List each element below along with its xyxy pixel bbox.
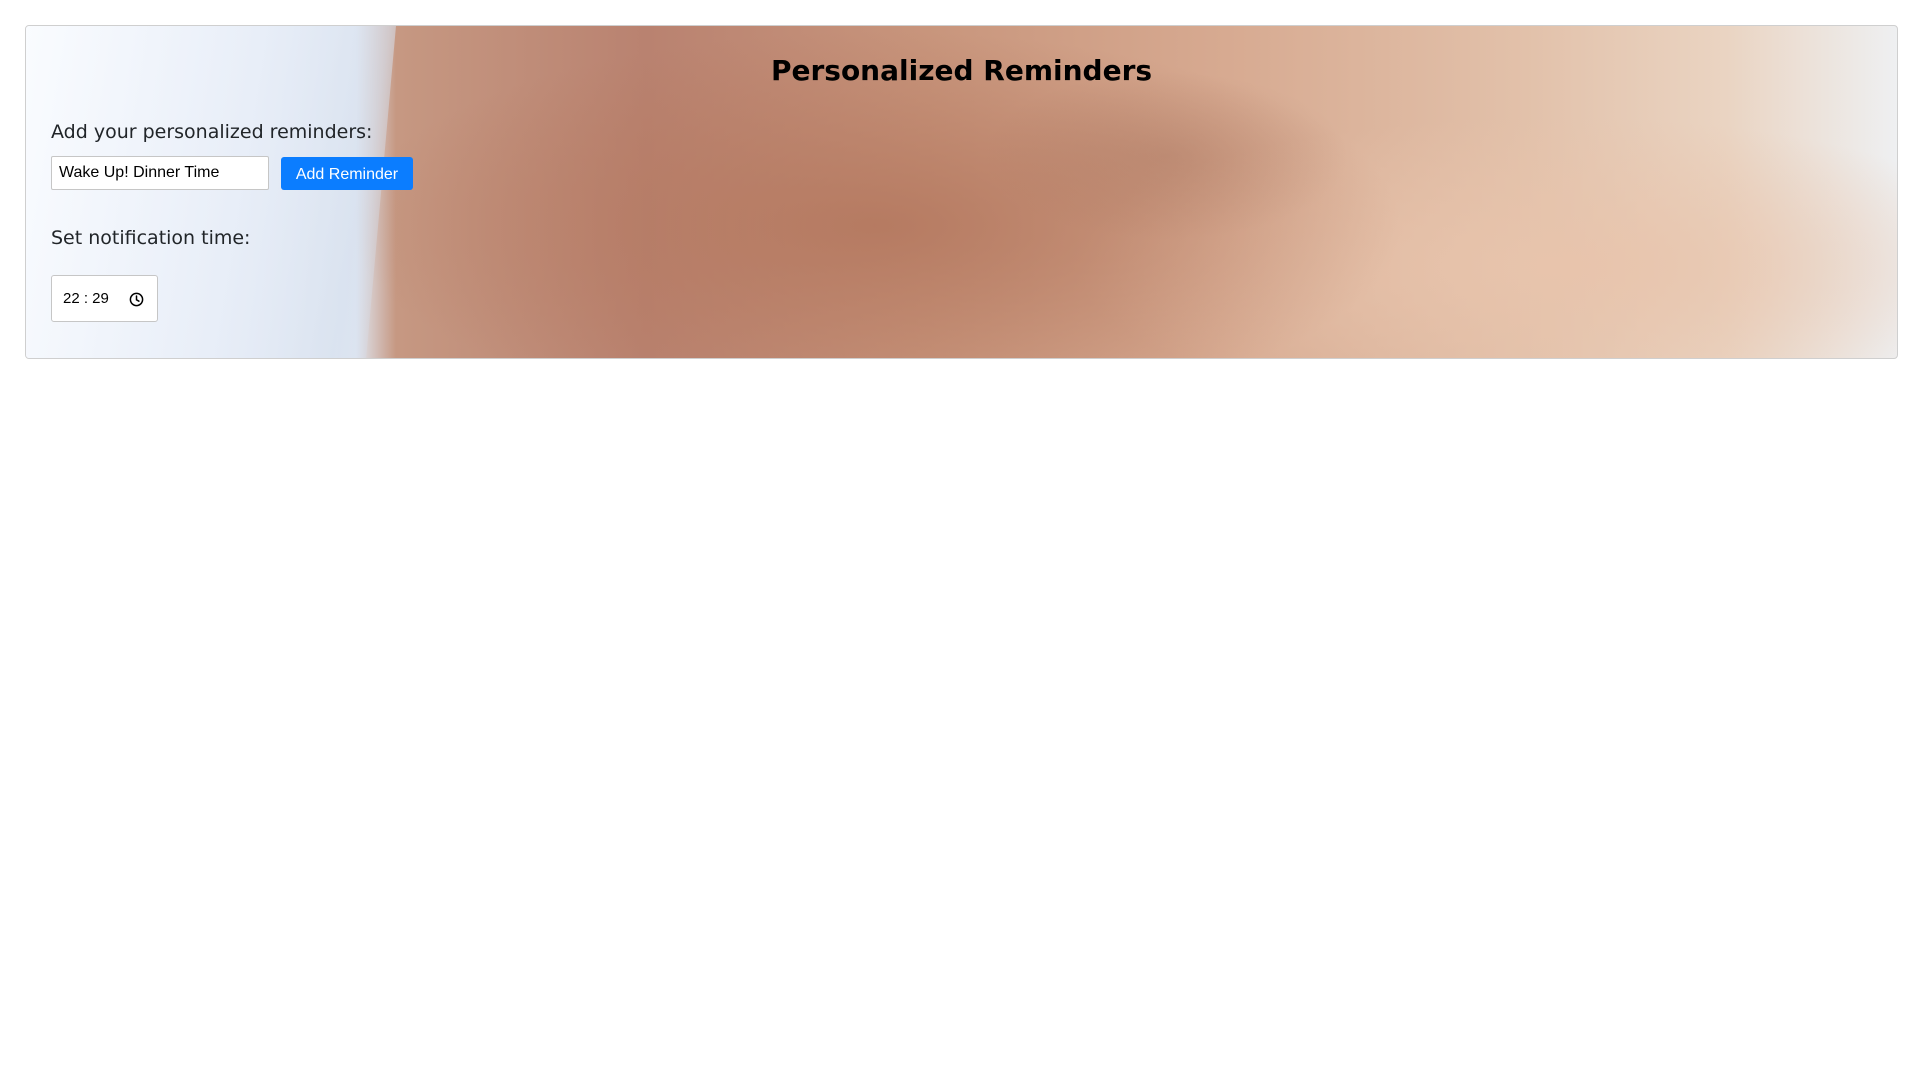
reminder-input[interactable]: Wake Up! Dinner Time [51, 156, 269, 190]
notification-time-label: Set notification time: [51, 227, 251, 249]
reminder-card: Personalized Reminders Add your personal… [25, 25, 1898, 359]
add-reminder-button[interactable]: Add Reminder [281, 157, 413, 190]
time-value[interactable]: 22 : 29 [63, 290, 109, 307]
notification-time-input[interactable]: 22 : 29 [51, 275, 158, 322]
reminder-label: Add your personalized reminders: [51, 121, 373, 143]
page-title: Personalized Reminders [770, 54, 1153, 87]
clock-icon[interactable] [129, 292, 144, 307]
